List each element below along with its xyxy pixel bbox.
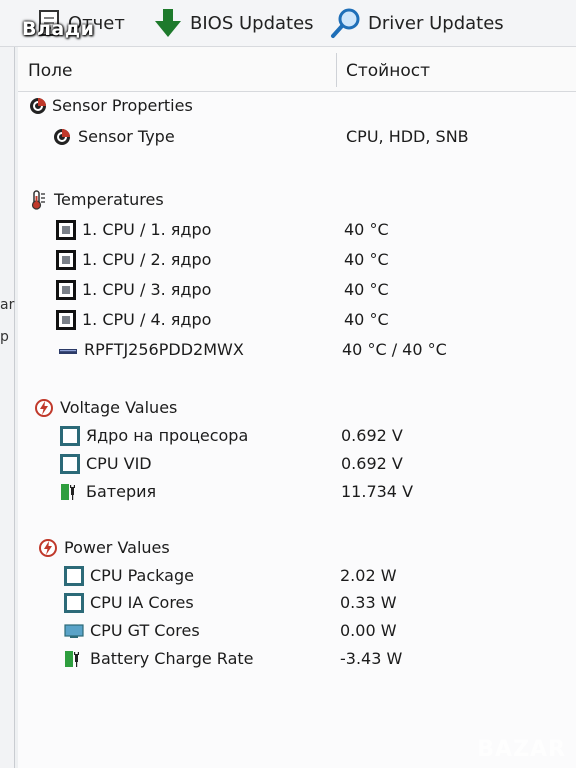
section-sensor-properties[interactable]: Sensor Properties [18,93,576,119]
section-title: Temperatures [54,190,164,209]
row-label: CPU VID [86,454,152,473]
table-row[interactable]: CPU Package 2.02 W [18,563,576,589]
row-label: Battery Charge Rate [90,649,254,668]
row-value: 40 °C [344,310,389,329]
driver-updates-button[interactable]: Driver Updates [330,8,504,38]
row-label: Ядро на процесора [86,426,249,445]
toolbar: Отчет BIOS Updates Driver Updates Влади [0,0,576,47]
row-label: RPFTJ256PDD2MWX [84,340,244,359]
column-divider[interactable] [336,53,337,87]
row-label: 1. CPU / 2. ядро [82,250,212,269]
column-value-header[interactable]: Стойност [346,61,430,81]
cpu-icon [60,454,80,474]
table-row[interactable]: RPFTJ256PDD2MWX 40 °C / 40 °C [18,337,576,363]
row-label: CPU IA Cores [90,593,194,612]
table-row[interactable]: CPU VID 0.692 V [18,451,576,477]
table-row[interactable]: Батерия 11.734 V [18,479,576,505]
power-icon [39,539,57,557]
left-panel-edge: ar p [0,47,15,768]
section-temperatures[interactable]: Temperatures [18,187,576,213]
drive-icon [59,349,77,354]
section-voltage-values[interactable]: Voltage Values [18,395,576,421]
table-row[interactable]: 1. CPU / 2. ядро 40 °C [18,247,576,273]
row-value: 0.33 W [340,593,397,612]
row-label: 1. CPU / 1. ядро [82,220,212,239]
row-value: 40 °C [344,280,389,299]
bios-updates-label: BIOS Updates [190,12,314,34]
table-row[interactable]: Battery Charge Rate -3.43 W [18,646,576,672]
table-row[interactable]: Ядро на процесора 0.692 V [18,423,576,449]
table-row[interactable]: Sensor Type CPU, HDD, SNB [18,124,576,150]
search-icon [331,8,360,38]
table-row[interactable]: CPU IA Cores 0.33 W [18,590,576,616]
download-arrow-icon [155,9,181,37]
row-label: 1. CPU / 3. ядро [82,280,212,299]
cpu-core-icon [56,280,76,300]
battery-icon [65,651,79,667]
row-label: Sensor Type [78,127,175,146]
row-value: 0.00 W [340,621,397,640]
battery-icon [61,484,75,500]
row-value: 40 °C [344,220,389,239]
table-row[interactable]: CPU GT Cores 0.00 W [18,618,576,644]
watermark-logo: BAZAR [477,737,566,762]
cpu-icon [64,593,84,613]
section-title: Sensor Properties [52,96,193,115]
section-title: Voltage Values [60,398,178,417]
sensor-icon [30,98,46,114]
voltage-icon [35,399,53,417]
column-field-header[interactable]: Поле [28,61,73,81]
row-label: CPU GT Cores [90,621,200,640]
row-value: -3.43 W [340,649,403,668]
row-value: 2.02 W [340,566,397,585]
row-value: 0.692 V [341,454,403,473]
left-fragment: p [0,329,9,345]
driver-updates-label: Driver Updates [368,12,504,34]
bios-updates-button[interactable]: BIOS Updates [152,8,314,38]
sensor-icon [54,129,70,145]
row-value: 40 °C / 40 °C [342,340,447,359]
left-fragment: ar [0,297,15,313]
cpu-icon [60,426,80,446]
section-title: Power Values [64,538,170,557]
username-overlay: Влади [22,18,95,40]
row-label: CPU Package [90,566,194,585]
row-value: 11.734 V [341,482,414,501]
row-value: CPU, HDD, SNB [346,127,469,146]
row-label: Батерия [86,482,157,501]
column-header: Поле Стойност [18,47,576,92]
row-value: 40 °C [344,250,389,269]
table-row[interactable]: 1. CPU / 1. ядро 40 °C [18,217,576,243]
thermometer-icon [31,190,45,210]
cpu-icon [64,566,84,586]
gpu-icon [64,624,84,638]
cpu-core-icon [56,220,76,240]
cpu-core-icon [56,250,76,270]
row-label: 1. CPU / 4. ядро [82,310,212,329]
cpu-core-icon [56,310,76,330]
sensor-panel: Поле Стойност Sensor Properties Sensor T… [18,47,576,768]
row-value: 0.692 V [341,426,403,445]
table-row[interactable]: 1. CPU / 3. ядро 40 °C [18,277,576,303]
table-row[interactable]: 1. CPU / 4. ядро 40 °C [18,307,576,333]
section-power-values[interactable]: Power Values [18,535,576,561]
